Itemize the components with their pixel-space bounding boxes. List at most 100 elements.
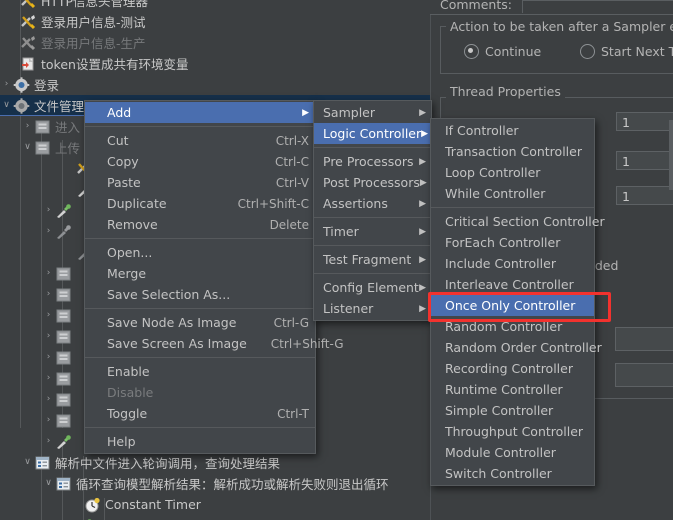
menu-separator — [85, 238, 315, 239]
menu-item-throughput-controller[interactable]: Throughput Controller — [431, 421, 594, 442]
start-next-thread-loop-radio-row[interactable]: Start Next Thread Lo — [580, 44, 673, 59]
menu-item-pre-processors[interactable]: Pre Processors ▶ — [314, 151, 431, 172]
menu-item-if-controller[interactable]: If Controller — [431, 120, 594, 141]
ramp-up-field[interactable]: 1 — [616, 151, 673, 170]
menu-item-label: Remove — [107, 217, 158, 232]
tree-row-login[interactable]: › 登录 — [0, 74, 430, 95]
startup-delay-field[interactable] — [615, 363, 673, 387]
menu-separator — [314, 217, 431, 218]
controller-icon — [55, 287, 72, 303]
menu-item-random-order-controller[interactable]: Random Order Controller — [431, 337, 602, 358]
menu-item-listener[interactable]: Listener ▶ — [314, 298, 431, 319]
menu-item-include-controller[interactable]: Include Controller — [431, 253, 594, 274]
chevron-right-icon[interactable]: › — [42, 290, 55, 299]
menu-item-save-node-as-image[interactable]: Save Node As Image Ctrl-G — [85, 312, 315, 333]
chevron-right-icon[interactable]: › — [42, 332, 55, 341]
context-menu[interactable]: Add ▶ Cut Ctrl-X Copy Ctrl-C Paste Ctrl-… — [84, 100, 344, 454]
menu-item-timer[interactable]: Timer ▶ — [314, 221, 431, 242]
number-of-threads-field[interactable]: 1 — [616, 112, 673, 131]
tree-row[interactable]: ∨ 模型状态查询/错误原因${filename} — [0, 515, 430, 520]
loop-count-field[interactable]: 1 — [616, 186, 673, 205]
chevron-down-icon[interactable]: ∨ — [21, 458, 34, 467]
tree-row-label: HTTP信息头管理器 — [41, 0, 148, 9]
menu-item-test-fragment[interactable]: Test Fragment ▶ — [314, 249, 431, 270]
chevron-right-icon[interactable]: › — [42, 269, 55, 278]
menu-item-save-selection-as[interactable]: Save Selection As... — [85, 284, 315, 305]
tree-row[interactable]: ∨ 循环查询模型解析结果：解析成功或解析失败则退出循环 — [0, 473, 430, 494]
menu-item-open[interactable]: Open... — [85, 242, 315, 263]
controller-icon — [55, 392, 72, 408]
menu-item-cut[interactable]: Cut Ctrl-X — [85, 130, 315, 151]
menu-item-merge[interactable]: Merge — [85, 263, 315, 284]
chevron-right-icon[interactable]: › — [42, 416, 55, 425]
menu-item-add[interactable]: Add ▶ — [85, 102, 315, 123]
pipette-icon — [55, 203, 72, 219]
chevron-right-icon[interactable]: › — [42, 395, 55, 404]
menu-item-label: Test Fragment — [323, 252, 412, 267]
menu-item-random-controller[interactable]: Random Controller — [431, 316, 594, 337]
menu-item-while-controller[interactable]: While Controller — [431, 183, 594, 204]
chevron-right-icon[interactable]: › — [42, 437, 55, 446]
menu-item-remove[interactable]: Remove Delete — [85, 214, 315, 235]
tree-row[interactable]: Constant Timer — [0, 494, 430, 515]
comments-field[interactable] — [522, 0, 673, 13]
continue-radio[interactable] — [464, 44, 479, 59]
menu-item-config-element[interactable]: Config Element ▶ — [314, 277, 431, 298]
menu-item-duplicate[interactable]: Duplicate Ctrl+Shift-C — [85, 193, 315, 214]
tree-row[interactable]: 登录用户信息-生产 — [0, 32, 430, 53]
menu-separator — [314, 147, 431, 148]
menu-item-toggle[interactable]: Toggle Ctrl-T — [85, 403, 315, 424]
menu-item-paste[interactable]: Paste Ctrl-V — [85, 172, 315, 193]
menu-item-recording-controller[interactable]: Recording Controller — [431, 358, 594, 379]
duration-field[interactable] — [615, 327, 673, 351]
menu-item-foreach-controller[interactable]: ForEach Controller — [431, 232, 594, 253]
chevron-right-icon[interactable]: › — [42, 227, 55, 236]
controller-icon — [34, 455, 51, 471]
menu-item-loop-controller[interactable]: Loop Controller — [431, 162, 594, 183]
add-submenu[interactable]: Sampler ▶ Logic Controller ▶ Pre Process… — [313, 100, 432, 321]
start-next-thread-loop-label: Start Next Thread Lo — [601, 44, 673, 59]
menu-item-simple-controller[interactable]: Simple Controller — [431, 400, 594, 421]
menu-item-save-screen-as-image[interactable]: Save Screen As Image Ctrl+Shift-G — [85, 333, 344, 354]
menu-item-assertions[interactable]: Assertions ▶ — [314, 193, 431, 214]
menu-item-once-only-controller[interactable]: Once Only Controller — [431, 295, 594, 316]
chevron-right-icon[interactable]: › — [42, 353, 55, 362]
menu-item-enable[interactable]: Enable — [85, 361, 315, 382]
chevron-down-icon[interactable]: ∨ — [21, 143, 34, 152]
menu-item-sampler[interactable]: Sampler ▶ — [314, 102, 431, 123]
menu-item-module-controller[interactable]: Module Controller — [431, 442, 594, 463]
chevron-down-icon[interactable]: ∨ — [0, 101, 13, 110]
scrollbar-thumb[interactable] — [669, 120, 673, 190]
menu-item-switch-controller[interactable]: Switch Controller — [431, 463, 594, 484]
chevron-right-icon[interactable]: › — [42, 311, 55, 320]
tree-row[interactable]: 登录用户信息-测试 — [0, 11, 430, 32]
menu-item-label: Duplicate — [107, 196, 167, 211]
continue-radio-row[interactable]: Continue — [464, 44, 541, 59]
tree-row-label: 文件管理 — [34, 99, 85, 114]
menu-item-accelerator: Delete — [269, 217, 309, 232]
menu-item-transaction-controller[interactable]: Transaction Controller — [431, 141, 594, 162]
menu-item-label: Merge — [107, 266, 147, 281]
menu-item-label: Transaction Controller — [445, 144, 582, 159]
menu-item-critical-section-controller[interactable]: Critical Section Controller — [431, 211, 605, 232]
menu-item-help[interactable]: Help — [85, 431, 315, 452]
start-next-thread-loop-radio[interactable] — [580, 44, 595, 59]
chevron-right-icon: ▶ — [419, 282, 426, 293]
controller-icon — [55, 371, 72, 387]
menu-item-accelerator: Ctrl+Shift-C — [237, 196, 309, 211]
menu-item-post-processors[interactable]: Post Processors ▶ — [314, 172, 431, 193]
chevron-right-icon[interactable]: › — [21, 122, 34, 131]
tree-row[interactable]: HTTP信息头管理器 — [0, 0, 430, 11]
logic-controller-submenu[interactable]: If Controller Transaction Controller Loo… — [430, 118, 605, 486]
tree-row[interactable]: ∨ 解析中文件进入轮询调用，查询处理结果 — [0, 452, 430, 473]
menu-item-label: Module Controller — [445, 445, 556, 460]
menu-item-interleave-controller[interactable]: Interleave Controller — [431, 274, 594, 295]
chevron-right-icon[interactable]: › — [0, 80, 13, 89]
menu-item-runtime-controller[interactable]: Runtime Controller — [431, 379, 594, 400]
menu-item-copy[interactable]: Copy Ctrl-C — [85, 151, 315, 172]
menu-item-logic-controller[interactable]: Logic Controller ▶ — [314, 123, 431, 144]
chevron-down-icon[interactable]: ∨ — [42, 479, 55, 488]
tree-row[interactable]: token设置成共有环境变量 — [0, 53, 430, 74]
chevron-right-icon[interactable]: › — [42, 374, 55, 383]
chevron-right-icon[interactable]: › — [42, 206, 55, 215]
